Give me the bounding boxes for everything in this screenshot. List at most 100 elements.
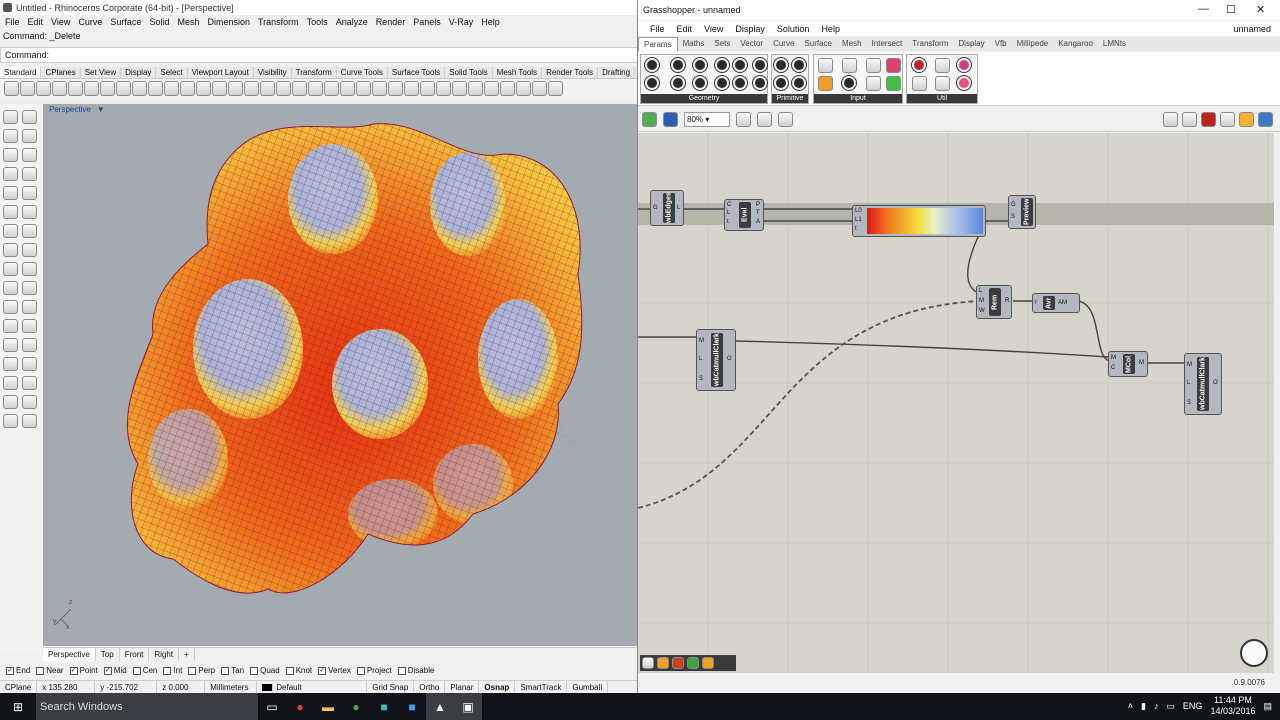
menu-view[interactable]: View	[48, 17, 75, 27]
menu-analyze[interactable]: Analyze	[333, 17, 373, 27]
close-icon[interactable]: ✕	[1256, 3, 1265, 16]
select-arrow-icon[interactable]	[3, 110, 18, 124]
osnap-checkbox[interactable]	[285, 666, 294, 675]
osnap-end[interactable]: ✓ End	[6, 666, 30, 675]
viewport-title[interactable]: Perspective ▼	[49, 105, 105, 114]
tab-standard[interactable]: Standard	[0, 67, 42, 78]
menu-file[interactable]: File	[2, 17, 25, 27]
tray-volume-icon[interactable]: ♪	[1154, 701, 1159, 711]
ghosted-sphere-icon[interactable]	[484, 81, 499, 96]
menu-mesh[interactable]: Mesh	[174, 17, 204, 27]
rem-input-l[interactable]: L	[979, 288, 982, 294]
gh-tab-millipede[interactable]: Millipede	[1012, 37, 1054, 51]
photoshop-icon[interactable]: ■	[398, 693, 426, 720]
catmullclark-1-input-l[interactable]: L	[699, 356, 702, 362]
open-icon[interactable]	[642, 112, 657, 127]
menu-dimension[interactable]: Dimension	[204, 17, 255, 27]
panel-label-util[interactable]: Util	[907, 94, 977, 103]
preview-shaded-icon[interactable]	[1182, 112, 1197, 127]
osnap-int[interactable]: Int	[163, 666, 182, 675]
osnap-near[interactable]: Near	[36, 666, 64, 675]
tab-surface-tools[interactable]: Surface Tools	[388, 67, 446, 78]
param-integer-icon[interactable]	[792, 58, 806, 72]
shaded-sphere-icon[interactable]	[468, 81, 483, 96]
gradient-bar[interactable]	[867, 208, 983, 234]
preview-settings-icon[interactable]	[1258, 112, 1273, 127]
paste-icon[interactable]	[116, 81, 131, 96]
widget-cluster-icon[interactable]	[672, 657, 684, 669]
gh-tab-vector[interactable]: Vector	[735, 37, 768, 51]
viewport-name[interactable]: Perspective	[49, 105, 91, 114]
rotate-view-icon[interactable]	[180, 81, 195, 96]
wbedges-output[interactable]: L	[677, 205, 680, 211]
status-planar[interactable]: Planar	[445, 681, 480, 693]
gh-save-icon[interactable]	[663, 112, 678, 127]
osnap-point[interactable]: ✓ Point	[69, 666, 98, 675]
copy-icon[interactable]	[100, 81, 115, 96]
menu-edit[interactable]: Edit	[25, 17, 49, 27]
button-icon[interactable]	[866, 76, 881, 91]
osnap-checkbox[interactable]	[356, 666, 365, 675]
param-boolean-icon[interactable]	[774, 58, 788, 72]
trim-icon[interactable]	[22, 262, 37, 276]
catmullclark-2-output-o[interactable]: O	[1213, 380, 1218, 386]
gh-tab-transform[interactable]: Transform	[907, 37, 953, 51]
viewport-menu-arrow-icon[interactable]: ▼	[97, 105, 105, 114]
gradient-component[interactable]: L0 L1 t	[852, 205, 986, 237]
zoom-icon[interactable]	[196, 81, 211, 96]
zoom-window-icon[interactable]	[212, 81, 227, 96]
eval-component[interactable]: Eval C L t P T A	[724, 199, 764, 231]
data-dam-icon[interactable]	[935, 76, 950, 91]
panel-label-geometry[interactable]: Geometry	[641, 94, 767, 103]
menu-help[interactable]: Help	[478, 17, 505, 27]
blue-sphere-icon[interactable]	[500, 81, 515, 96]
notifications-icon[interactable]: ▤	[1263, 701, 1272, 712]
panel-label-primitive[interactable]: Primitive	[772, 94, 808, 103]
select-icon[interactable]	[324, 81, 339, 96]
osnap-checkbox[interactable]	[397, 666, 406, 675]
light-icon[interactable]	[516, 81, 531, 96]
properties-icon[interactable]	[420, 81, 435, 96]
rectangle-icon[interactable]	[22, 167, 37, 181]
polyline-icon[interactable]	[3, 129, 18, 143]
gh-tab-params[interactable]: Params	[638, 37, 678, 51]
zoom-extents-gh-icon[interactable]	[736, 112, 751, 127]
gh-tab-curve[interactable]: Curve	[768, 37, 799, 51]
tray-battery-icon[interactable]: ▭	[1166, 701, 1175, 712]
zoom-selected-icon[interactable]	[244, 81, 259, 96]
dimension-icon[interactable]	[22, 338, 37, 352]
status-osnap[interactable]: Osnap	[479, 681, 516, 693]
preview-mesh-quality-icon[interactable]	[1220, 112, 1235, 127]
viewport-tab-right[interactable]: Right	[149, 648, 180, 661]
menu-vray[interactable]: V-Ray	[446, 17, 479, 27]
catmullclark-1-output-o[interactable]: O	[727, 356, 732, 362]
print-icon[interactable]	[52, 81, 67, 96]
grasshopper-taskbar-icon[interactable]: ▣	[454, 693, 482, 720]
gh-menu-help[interactable]: Help	[815, 24, 846, 34]
explode-icon[interactable]	[3, 300, 18, 314]
render-sphere-icon[interactable]	[452, 81, 467, 96]
relay-arrow-icon[interactable]	[935, 58, 950, 73]
show-icon[interactable]	[356, 81, 371, 96]
gh-tab-display[interactable]: Display	[953, 37, 989, 51]
tab-display[interactable]: Display	[121, 67, 157, 78]
gh-menu-view[interactable]: View	[698, 24, 729, 34]
menu-panels[interactable]: Panels	[410, 17, 446, 27]
undo-icon[interactable]	[132, 81, 147, 96]
widget-group-icon[interactable]	[687, 657, 699, 669]
split-icon[interactable]	[3, 281, 18, 295]
gradient-input-l0[interactable]: L0	[855, 208, 862, 214]
ellipse-icon[interactable]	[3, 167, 18, 181]
gh-menu-solution[interactable]: Solution	[771, 24, 816, 34]
param-point-icon[interactable]	[671, 58, 685, 72]
widget-remote-icon[interactable]	[702, 657, 714, 669]
status-units[interactable]: Millimeters	[205, 681, 258, 693]
eval-output-a[interactable]: A	[756, 219, 760, 225]
curve-icon[interactable]	[22, 129, 37, 143]
cherry-picker-icon[interactable]	[912, 58, 926, 72]
mcol-output-m[interactable]: M	[1139, 360, 1144, 366]
arc-icon[interactable]	[22, 148, 37, 162]
osnap-checkbox[interactable]	[132, 666, 141, 675]
preview-input-s[interactable]: S	[1011, 214, 1015, 220]
osnap-knot[interactable]: Knot	[285, 666, 312, 675]
